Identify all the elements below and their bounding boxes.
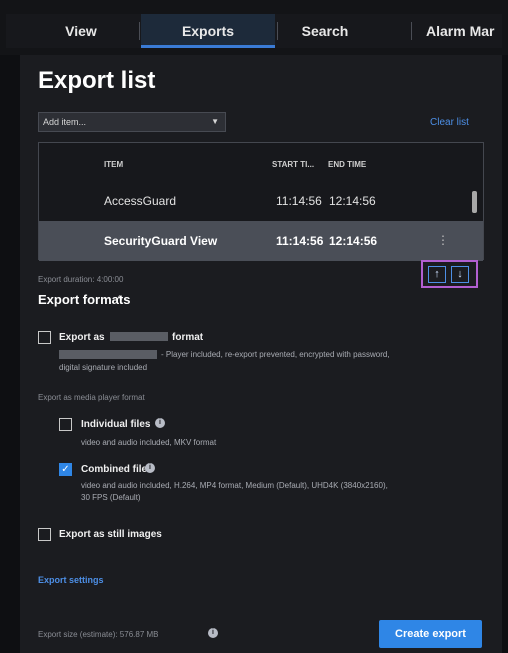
column-header-end-time[interactable]: END TIME — [328, 160, 366, 169]
combined-file-checkbox[interactable]: ✓ — [59, 463, 72, 476]
export-format-checkbox[interactable] — [38, 331, 51, 344]
tab-exports[interactable]: Exports — [141, 14, 275, 48]
column-header-start-time[interactable]: START TI... — [272, 160, 314, 169]
export-size-estimate: Export size (estimate): 576.87 MB — [38, 630, 159, 639]
arrow-up-icon: ↑ — [434, 268, 440, 280]
export-format-desc-line2: digital signature included — [59, 363, 148, 372]
column-header-item[interactable]: ITEM — [104, 160, 123, 169]
move-up-button[interactable]: ↑ — [428, 266, 446, 283]
chevron-up-icon[interactable]: ^ — [117, 294, 122, 306]
reorder-buttons-highlight: ↑ ↓ — [421, 260, 478, 288]
table-header: ITEM START TI... END TIME — [39, 143, 483, 181]
chevron-down-icon: ▼ — [211, 117, 219, 126]
info-icon[interactable]: i — [155, 418, 165, 428]
add-item-dropdown[interactable]: Add item... ▼ — [38, 112, 226, 132]
redacted-format-name — [110, 332, 168, 341]
create-export-button[interactable]: Create export — [379, 620, 482, 648]
export-table: ITEM START TI... END TIME AccessGuard 11… — [38, 142, 484, 261]
row-item-name: SecurityGuard View — [104, 234, 218, 248]
tab-view[interactable]: View — [28, 14, 134, 48]
combined-file-label: Combined file — [81, 464, 148, 475]
checkmark-icon: ✓ — [61, 464, 70, 475]
add-item-value: Add item... — [43, 117, 87, 127]
tab-search[interactable]: Search — [279, 14, 371, 48]
info-icon[interactable]: i — [208, 628, 218, 638]
row-end-time: 12:14:56 — [329, 194, 376, 208]
clear-list-link[interactable]: Clear list — [430, 117, 469, 128]
still-images-label: Export as still images — [59, 529, 162, 540]
info-icon[interactable]: i — [145, 463, 155, 473]
table-scrollbar[interactable] — [472, 191, 477, 213]
tab-separator — [277, 22, 278, 40]
table-row[interactable]: AccessGuard 11:14:56 12:14:56 — [39, 181, 483, 221]
combined-file-desc: video and audio included, H.264, MP4 for… — [81, 481, 388, 490]
individual-files-checkbox[interactable] — [59, 418, 72, 431]
export-format-label-suffix: format — [172, 332, 204, 343]
arrow-down-icon: ↓ — [457, 268, 463, 280]
redacted-format-desc — [59, 350, 157, 359]
export-settings-link[interactable]: Export settings — [38, 575, 104, 585]
tab-separator — [411, 22, 412, 40]
export-duration: Export duration: 4:00:00 — [38, 275, 124, 284]
tab-alarm-manager[interactable]: Alarm Mar — [426, 14, 508, 48]
individual-files-label: Individual files — [81, 419, 151, 430]
row-start-time: 11:14:56 — [276, 194, 322, 208]
export-format-desc: - Player included, re-export prevented, … — [161, 350, 390, 359]
table-row-selected[interactable]: SecurityGuard View 11:14:56 12:14:56 ⋮ — [39, 221, 483, 261]
row-item-name: AccessGuard — [104, 194, 177, 208]
row-end-time: 12:14:56 — [329, 234, 378, 248]
tab-separator — [139, 22, 140, 40]
move-down-button[interactable]: ↓ — [451, 266, 469, 283]
individual-files-desc: video and audio included, MKV format — [81, 438, 217, 447]
row-start-time: 11:14:56 — [276, 234, 324, 248]
media-player-caption: Export as media player format — [38, 393, 145, 402]
still-images-checkbox[interactable] — [38, 528, 51, 541]
export-format-label: Export as — [59, 332, 105, 343]
page-title: Export list — [38, 67, 156, 94]
combined-file-desc-line2: 30 FPS (Default) — [81, 493, 141, 502]
kebab-menu-icon[interactable]: ⋮ — [437, 233, 449, 247]
